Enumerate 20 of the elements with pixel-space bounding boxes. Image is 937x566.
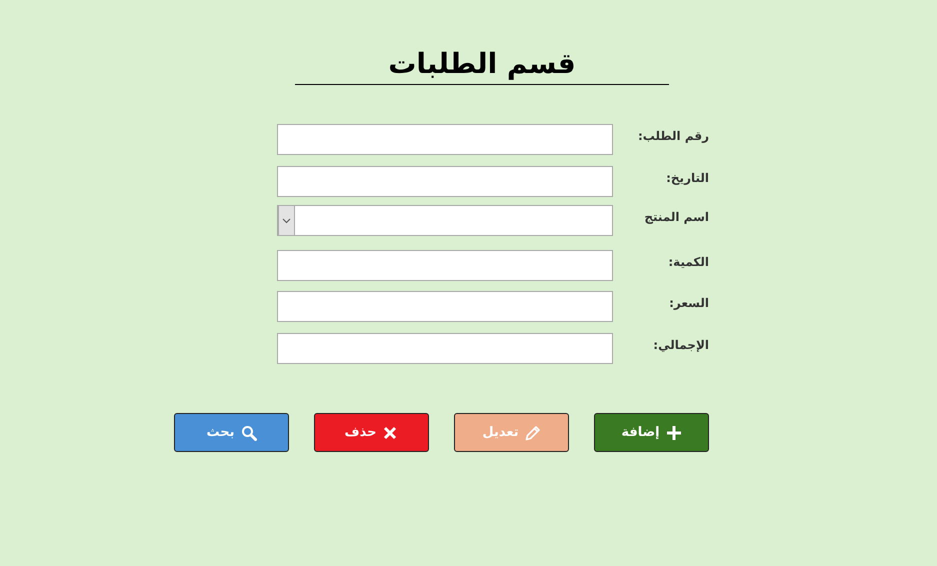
- field-label: اسم المنتج: [643, 209, 709, 224]
- field-label: الإجمالي:: [652, 337, 709, 352]
- search-icon: [240, 424, 256, 440]
- field-label: السعر:: [668, 295, 709, 310]
- input-field[interactable]: [277, 291, 613, 322]
- input-field[interactable]: [277, 250, 613, 281]
- plus-icon: [666, 424, 682, 440]
- input-field[interactable]: [277, 166, 613, 197]
- delete-button[interactable]: حذف: [314, 413, 429, 452]
- search-button[interactable]: بحث: [174, 413, 289, 452]
- input-field[interactable]: [277, 124, 613, 155]
- close-icon: [382, 424, 398, 440]
- page-title: قسم الطلبات: [388, 46, 576, 82]
- add-button[interactable]: إضافة: [594, 413, 709, 452]
- field-label: التاريخ:: [665, 170, 709, 185]
- pencil-icon: [524, 424, 541, 440]
- field-label: رقم الطلب:: [636, 128, 709, 143]
- input-field[interactable]: [277, 333, 613, 364]
- dropdown-field[interactable]: [277, 205, 613, 236]
- field-label: الكمية:: [667, 254, 709, 269]
